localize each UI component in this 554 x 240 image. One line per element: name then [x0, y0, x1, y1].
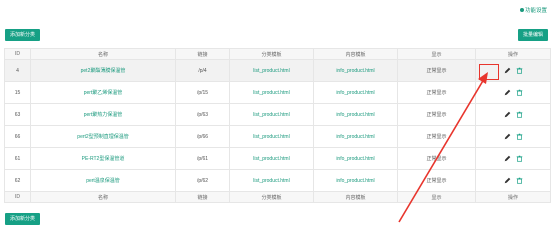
trash-icon[interactable]: [516, 67, 523, 74]
row-info-template[interactable]: info_product.html: [313, 147, 398, 170]
table-row: 62 pert温泉保温管/p/62 list_product.html info_pr…: [4, 169, 551, 192]
row-display-status: 正常显示: [397, 81, 476, 104]
table-footer-row: ID 名称 链接 分类模板 内容模板 显示 操作: [4, 191, 551, 203]
table-row: 63 pert聚热力保温管/p/63 list_product.html info_p…: [4, 103, 551, 126]
table-row: 15 pert聚乙烯保温管/p/15 list_product.html info_p…: [4, 81, 551, 104]
row-display-status: 正常显示: [397, 169, 476, 192]
row-name-link[interactable]: pert温泉保温管: [30, 169, 176, 192]
trash-icon[interactable]: [516, 155, 523, 162]
pencil-icon[interactable]: [504, 155, 511, 162]
col-footer-actions: 操作: [475, 191, 551, 203]
row-link: /p/15: [175, 81, 230, 104]
col-footer-link: 链接: [175, 191, 230, 203]
row-id: 66: [4, 125, 31, 148]
col-header-link: 链接: [175, 48, 230, 60]
row-link: /p/62: [175, 169, 230, 192]
add-category-button[interactable]: 添加新分类: [5, 29, 41, 41]
function-settings-link[interactable]: 功能设置: [519, 6, 547, 14]
row-actions: [475, 81, 551, 104]
row-info-template[interactable]: info_product.html: [313, 125, 398, 148]
trash-icon[interactable]: [516, 133, 523, 140]
add-category-button-bottom[interactable]: 添加新分类: [5, 213, 41, 225]
row-id: 4: [4, 59, 31, 82]
function-settings-label: 功能设置: [524, 8, 547, 14]
gear-icon: [519, 8, 524, 12]
row-info-template[interactable]: info_product.html: [313, 59, 398, 82]
table-row: 66 pert2型预制直埋保温管/p/66 list_product.html inf…: [4, 125, 551, 148]
trash-icon[interactable]: [516, 111, 523, 118]
col-footer-display: 显示: [397, 191, 476, 203]
row-name-link[interactable]: pert2型预制直埋保温管: [30, 125, 176, 148]
row-actions: [475, 59, 551, 82]
row-display-status: 正常显示: [397, 103, 476, 126]
row-info-template[interactable]: info_product.html: [313, 81, 398, 104]
row-info-template[interactable]: info_product.html: [313, 169, 398, 192]
row-id: 63: [4, 103, 31, 126]
row-name-link[interactable]: pert聚热力保温管: [30, 103, 176, 126]
row-id: 61: [4, 147, 31, 170]
pencil-icon[interactable]: [504, 177, 511, 184]
pencil-icon[interactable]: [504, 111, 511, 118]
row-link: /p/4: [175, 59, 230, 82]
row-info-template[interactable]: info_product.html: [313, 103, 398, 126]
row-display-status: 正常显示: [397, 125, 476, 148]
row-actions: [475, 169, 551, 192]
pencil-icon[interactable]: [504, 67, 511, 74]
col-footer-id: ID: [4, 191, 31, 203]
row-display-status: 正常显示: [397, 147, 476, 170]
pencil-icon[interactable]: [504, 89, 511, 96]
table-header-row: ID 名称 链接 分类模板 内容模板 显示 操作: [4, 48, 551, 60]
row-display-status: 正常显示: [397, 59, 476, 82]
table-row: 61 PE-RT2型保温管道/p/61 list_product.html info_…: [4, 147, 551, 170]
row-actions: [475, 147, 551, 170]
trash-icon[interactable]: [516, 177, 523, 184]
col-header-name: 名称: [30, 48, 176, 60]
row-list-template[interactable]: list_product.html: [229, 169, 314, 192]
row-list-template[interactable]: list_product.html: [229, 59, 314, 82]
table-row: 4 pet2聚酯薄膜保温管/p/4 list_product.html info_pr…: [4, 59, 551, 82]
row-list-template[interactable]: list_product.html: [229, 125, 314, 148]
row-list-template[interactable]: list_product.html: [229, 103, 314, 126]
row-name-link[interactable]: pert聚乙烯保温管: [30, 81, 176, 104]
batch-edit-button[interactable]: 批量编辑: [517, 29, 548, 41]
col-header-id: ID: [4, 48, 31, 60]
row-link: /p/61: [175, 147, 230, 170]
col-footer-info-template: 内容模板: [313, 191, 398, 203]
row-id: 62: [4, 169, 31, 192]
row-name-link[interactable]: pet2聚酯薄膜保温管: [30, 59, 176, 82]
row-name-link[interactable]: PE-RT2型保温管道: [30, 147, 176, 170]
col-header-actions: 操作: [475, 48, 551, 60]
row-link: /p/63: [175, 103, 230, 126]
row-actions: [475, 103, 551, 126]
row-actions: [475, 125, 551, 148]
category-table: ID 名称 链接 分类模板 内容模板 显示 操作 4 pet2聚酯薄膜保温管/p/…: [4, 48, 551, 203]
pencil-icon[interactable]: [504, 133, 511, 140]
row-list-template[interactable]: list_product.html: [229, 147, 314, 170]
col-footer-name: 名称: [30, 191, 176, 203]
trash-icon[interactable]: [516, 89, 523, 96]
row-id: 15: [4, 81, 31, 104]
col-header-display: 显示: [397, 48, 476, 60]
row-link: /p/66: [175, 125, 230, 148]
col-header-info-template: 内容模板: [313, 48, 398, 60]
row-list-template[interactable]: list_product.html: [229, 81, 314, 104]
col-footer-list-template: 分类模板: [229, 191, 314, 203]
col-header-list-template: 分类模板: [229, 48, 314, 60]
